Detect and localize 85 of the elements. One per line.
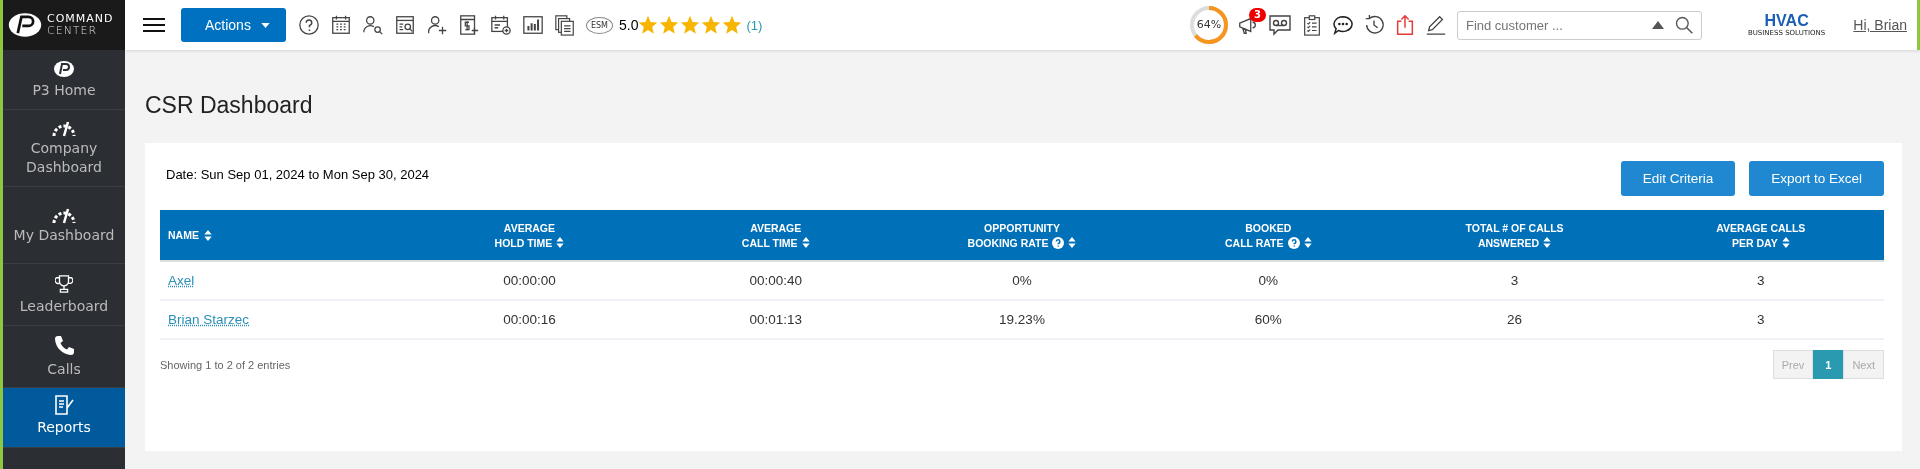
calendar-icon[interactable] bbox=[329, 14, 352, 36]
logo-text: COMMAND bbox=[47, 13, 114, 25]
star-icon bbox=[722, 15, 743, 35]
sidebar-item[interactable]: Leaderboard bbox=[3, 264, 125, 326]
sort-icon[interactable] bbox=[203, 229, 212, 241]
add-event-icon[interactable] bbox=[489, 14, 512, 36]
table-cell: 0% bbox=[1012, 273, 1032, 288]
add-user-icon[interactable] bbox=[425, 14, 448, 36]
user-search-icon[interactable] bbox=[361, 14, 384, 36]
brand-logo-text: HVAC bbox=[1764, 13, 1809, 29]
logo-text: CENTER bbox=[47, 25, 99, 37]
action-button[interactable]: Edit Criteria bbox=[1620, 161, 1736, 196]
voicemail-icon[interactable] bbox=[1267, 13, 1292, 37]
help-icon[interactable] bbox=[1287, 236, 1300, 249]
sort-icon[interactable] bbox=[1303, 237, 1312, 248]
action-button[interactable]: Export to Excel bbox=[1749, 161, 1884, 196]
page-button[interactable]: 1 bbox=[1813, 350, 1844, 379]
search-icon[interactable] bbox=[1673, 14, 1694, 35]
sort-icon[interactable] bbox=[801, 237, 810, 248]
column-header[interactable]: CALL RATE bbox=[1225, 236, 1284, 249]
table-cell: 0% bbox=[1258, 273, 1279, 288]
documents-icon[interactable] bbox=[553, 14, 576, 36]
chat-icon[interactable] bbox=[1331, 14, 1354, 36]
table-cell: 00:00:00 bbox=[503, 273, 556, 288]
star-icon bbox=[680, 15, 701, 35]
name-link[interactable]: Brian Starzec bbox=[168, 312, 250, 327]
column-header[interactable]: CALL TIME bbox=[741, 236, 798, 249]
caret-icon[interactable] bbox=[1651, 20, 1664, 29]
add-invoice-icon[interactable] bbox=[457, 14, 480, 36]
help-icon[interactable] bbox=[1052, 236, 1065, 249]
column-header[interactable]: AVERAGE bbox=[503, 221, 555, 234]
sort-icon[interactable] bbox=[1068, 237, 1077, 248]
star-icon bbox=[638, 15, 659, 35]
caret-icon bbox=[260, 22, 270, 28]
progress-ring bbox=[1188, 5, 1229, 45]
date-range: Date: Sun Sep 01, 2024 to Mon Sep 30, 2024 bbox=[166, 167, 430, 182]
table-cell: 00:00:16 bbox=[503, 312, 556, 327]
name-link[interactable]: Axel bbox=[168, 273, 195, 288]
pencil-icon[interactable] bbox=[1424, 14, 1447, 36]
actions-button[interactable]: Actions bbox=[181, 8, 286, 42]
sort-icon[interactable] bbox=[556, 237, 565, 248]
sort-icon[interactable] bbox=[1781, 237, 1790, 248]
table-cell: 19.23% bbox=[999, 312, 1045, 327]
column-header[interactable]: TOTAL # OF CALLS bbox=[1465, 221, 1564, 234]
column-header[interactable]: NAME bbox=[168, 229, 199, 241]
sidebar-item[interactable]: P3 Home bbox=[3, 50, 125, 110]
table-cell: 00:00:40 bbox=[749, 273, 802, 288]
rating-count[interactable]: (1) bbox=[746, 17, 763, 33]
star-icon bbox=[659, 15, 680, 35]
table-cell: 3 bbox=[1757, 273, 1765, 288]
table-cell: 3 bbox=[1510, 273, 1519, 288]
report-icon bbox=[53, 394, 75, 416]
logo-icon bbox=[52, 59, 76, 79]
trophy-icon bbox=[55, 273, 73, 295]
table-cell: 00:01:13 bbox=[749, 312, 802, 327]
column-header[interactable]: HOLD TIME bbox=[494, 236, 553, 249]
page-title: CSR Dashboard bbox=[145, 92, 314, 119]
column-header[interactable]: AVERAGE CALLS bbox=[1716, 221, 1806, 234]
entries-info: Showing 1 to 2 of 2 entries bbox=[160, 358, 291, 371]
table-cell: 26 bbox=[1507, 312, 1523, 327]
sidebar-item[interactable]: Reports bbox=[3, 388, 125, 448]
column-header[interactable]: AVERAGE bbox=[750, 221, 802, 234]
help-icon[interactable] bbox=[297, 14, 320, 36]
column-header[interactable]: OPPORTUNITY bbox=[984, 221, 1060, 234]
logo-icon bbox=[7, 11, 43, 39]
column-header[interactable]: BOOKED bbox=[1245, 221, 1292, 234]
sort-icon[interactable] bbox=[1543, 237, 1552, 248]
star-icon bbox=[701, 15, 722, 35]
bar-chart-icon[interactable] bbox=[521, 14, 544, 36]
sidebar-item[interactable]: My Dashboard bbox=[3, 187, 125, 264]
gauge-icon bbox=[51, 119, 77, 137]
logo[interactable]: COMMAND CENTER bbox=[3, 0, 125, 50]
column-header[interactable]: ANSWERED bbox=[1477, 236, 1540, 249]
menu-icon[interactable] bbox=[143, 17, 165, 33]
table-cell: 3 bbox=[1757, 312, 1765, 327]
progress-label: 64% bbox=[1196, 19, 1222, 31]
search-field[interactable]: Find customer ... bbox=[1456, 10, 1702, 40]
notification-badge: 3 bbox=[1248, 8, 1266, 22]
table-cell: 60% bbox=[1254, 312, 1282, 327]
rating-score: 5.0 bbox=[618, 17, 639, 33]
column-header[interactable]: BOOKING RATE bbox=[967, 236, 1049, 249]
user-link[interactable]: Hi, Brian bbox=[1853, 17, 1907, 33]
phone-icon bbox=[52, 334, 76, 358]
column-header[interactable]: PER DAY bbox=[1732, 236, 1778, 249]
sidebar-item[interactable]: Company Dashboard bbox=[3, 110, 125, 187]
